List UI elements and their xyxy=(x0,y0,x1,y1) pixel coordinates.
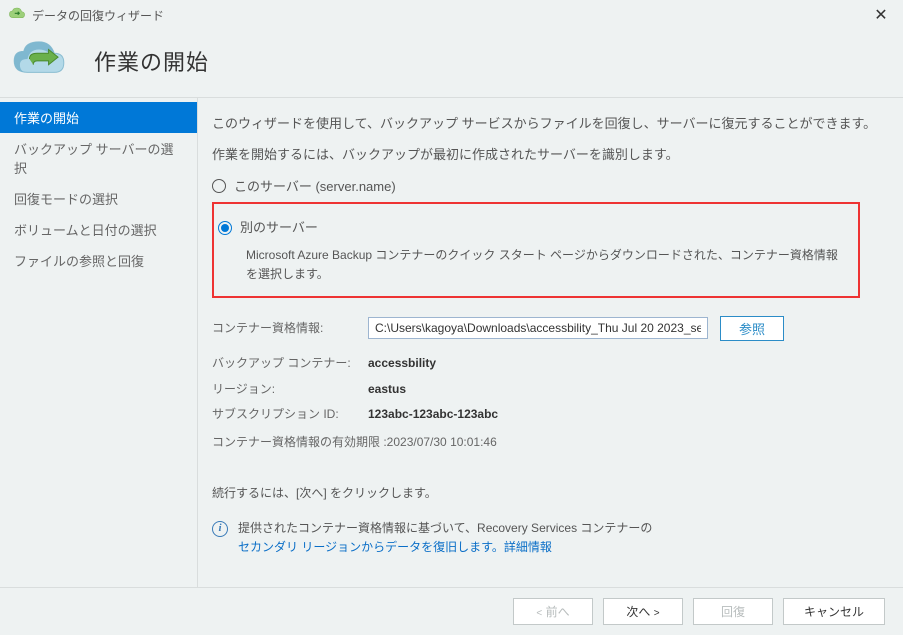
info-link[interactable]: セカンダリ リージョンからデータを復旧します。詳細情報 xyxy=(238,540,552,554)
radio-other-description: Microsoft Azure Backup コンテナーのクイック スタート ペ… xyxy=(246,246,848,284)
radio-other-label: 別のサーバー xyxy=(240,216,318,239)
continue-hint: 続行するには、[次へ] をクリックします。 xyxy=(212,483,879,505)
credential-label: コンテナー資格情報: xyxy=(212,318,368,340)
radio-other-server[interactable]: 別のサーバー xyxy=(218,216,848,239)
region-row: リージョン: eastus xyxy=(212,379,879,401)
region-label: リージョン: xyxy=(212,379,368,401)
cancel-button[interactable]: キャンセル xyxy=(783,598,885,625)
radio-this-server[interactable]: このサーバー (server.name) xyxy=(212,175,879,198)
radio-unselected-icon xyxy=(212,179,226,193)
region-value: eastus xyxy=(368,379,406,401)
radio-selected-icon xyxy=(218,221,232,235)
titlebar: データの回復ウィザード ✕ xyxy=(0,0,903,30)
close-icon[interactable]: ✕ xyxy=(867,5,895,25)
sidebar-item-getting-started[interactable]: 作業の開始 xyxy=(0,102,197,133)
radio-this-label: このサーバー (server.name) xyxy=(234,175,396,198)
page-title: 作業の開始 xyxy=(94,45,209,77)
info-block: i 提供されたコンテナー資格情報に基づいて、Recovery Services … xyxy=(212,519,879,557)
info-icon: i xyxy=(212,521,228,537)
cloud-icon xyxy=(8,7,26,24)
cloud-large-icon xyxy=(10,38,68,83)
info-text: 提供されたコンテナー資格情報に基づいて、Recovery Services コン… xyxy=(238,519,652,557)
sidebar-item-recovery-mode[interactable]: 回復モードの選択 xyxy=(0,183,197,214)
recover-button: 回復 xyxy=(693,598,773,625)
sidebar-item-select-server[interactable]: バックアップ サーバーの選択 xyxy=(0,133,197,183)
sidebar: 作業の開始 バックアップ サーバーの選択 回復モードの選択 ボリュームと日付の選… xyxy=(0,98,198,590)
expiry-value: 2023/07/30 10:01:46 xyxy=(387,432,497,454)
container-row: バックアップ コンテナー: accessbility xyxy=(212,353,879,375)
header: 作業の開始 xyxy=(0,30,903,98)
sidebar-item-browse-recover[interactable]: ファイルの参照と回復 xyxy=(0,245,197,276)
sidebar-item-volume-date[interactable]: ボリュームと日付の選択 xyxy=(0,214,197,245)
prev-button: < 前へ xyxy=(513,598,593,625)
highlight-box: 別のサーバー Microsoft Azure Backup コンテナーのクイック… xyxy=(212,202,860,298)
subscription-value: 123abc-123abc-123abc xyxy=(368,404,498,426)
expiry-row: コンテナー資格情報の有効期限 : 2023/07/30 10:01:46 xyxy=(212,432,879,454)
next-button[interactable]: 次へ > xyxy=(603,598,683,625)
browse-button[interactable]: 参照 xyxy=(720,316,784,341)
main-content: このウィザードを使用して、バックアップ サービスからファイルを回復し、サーバーに… xyxy=(198,98,903,590)
expiry-label: コンテナー資格情報の有効期限 : xyxy=(212,432,387,454)
container-label: バックアップ コンテナー: xyxy=(212,353,368,375)
credential-row: コンテナー資格情報: 参照 xyxy=(212,316,879,341)
body: 作業の開始 バックアップ サーバーの選択 回復モードの選択 ボリュームと日付の選… xyxy=(0,98,903,590)
window-title: データの回復ウィザード xyxy=(32,7,164,24)
intro-text-2: 作業を開始するには、バックアップが最初に作成されたサーバーを識別します。 xyxy=(212,143,879,166)
subscription-row: サブスクリプション ID: 123abc-123abc-123abc xyxy=(212,404,879,426)
container-value: accessbility xyxy=(368,353,436,375)
credential-input[interactable] xyxy=(368,317,708,339)
footer: < 前へ 次へ > 回復 キャンセル xyxy=(0,587,903,635)
intro-text-1: このウィザードを使用して、バックアップ サービスからファイルを回復し、サーバーに… xyxy=(212,112,879,135)
subscription-label: サブスクリプション ID: xyxy=(212,404,368,426)
